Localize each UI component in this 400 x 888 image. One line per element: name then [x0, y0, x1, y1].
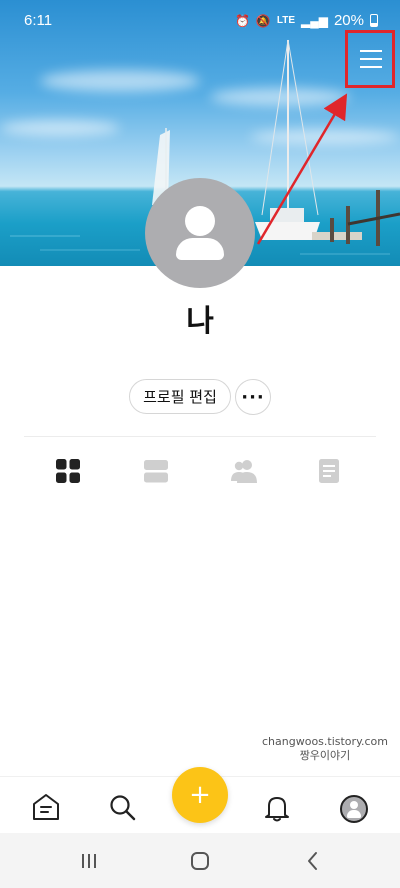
document-icon[interactable] — [318, 458, 348, 484]
home-icon[interactable] — [31, 793, 61, 823]
list-icon[interactable] — [143, 458, 173, 484]
avatar-head-shape — [350, 801, 358, 809]
edit-profile-button[interactable]: 프로필 편집 — [129, 379, 231, 414]
bell-icon[interactable] — [262, 793, 292, 823]
network-type: LTE — [276, 15, 295, 26]
status-time: 6:11 — [24, 12, 53, 29]
mute-icon: 🔕 — [255, 13, 271, 28]
watermark-title: 짱우이야기 — [299, 749, 351, 762]
status-bar: 6:11 ⏰ 🔕 LTE ▂▄▆ 20% — [0, 0, 400, 40]
battery-percent: 20% — [333, 12, 364, 29]
battery-icon — [370, 14, 378, 27]
signal-icon: ▂▄▆ — [301, 13, 328, 28]
watermark-url: changwoos.tistory.com — [262, 735, 388, 748]
profile-tabs — [0, 448, 400, 494]
back-icon[interactable] — [300, 849, 326, 873]
recent-apps-icon[interactable] — [76, 849, 102, 873]
avatar-body-shape — [176, 238, 224, 260]
annotation-highlight-box — [345, 30, 395, 88]
alarm-icon: ⏰ — [234, 13, 250, 28]
divider — [24, 436, 376, 437]
profile-avatar-nav[interactable] — [340, 795, 368, 823]
home-circle-icon[interactable] — [187, 849, 213, 873]
status-icons: ⏰ 🔕 LTE ▂▄▆ 20% — [235, 12, 378, 29]
profile-name: 나 — [186, 304, 214, 339]
more-options-button[interactable]: ··· — [235, 379, 271, 415]
system-navigation-bar — [0, 833, 400, 888]
avatar-head-shape — [185, 206, 215, 236]
profile-avatar[interactable] — [145, 178, 255, 288]
search-icon[interactable] — [108, 793, 138, 823]
grid-icon[interactable] — [55, 458, 85, 484]
add-button[interactable]: + — [172, 767, 228, 823]
avatar-body-shape — [347, 810, 361, 818]
friends-icon[interactable] — [230, 458, 260, 484]
watermark: changwoos.tistory.com 짱우이야기 — [262, 735, 388, 763]
